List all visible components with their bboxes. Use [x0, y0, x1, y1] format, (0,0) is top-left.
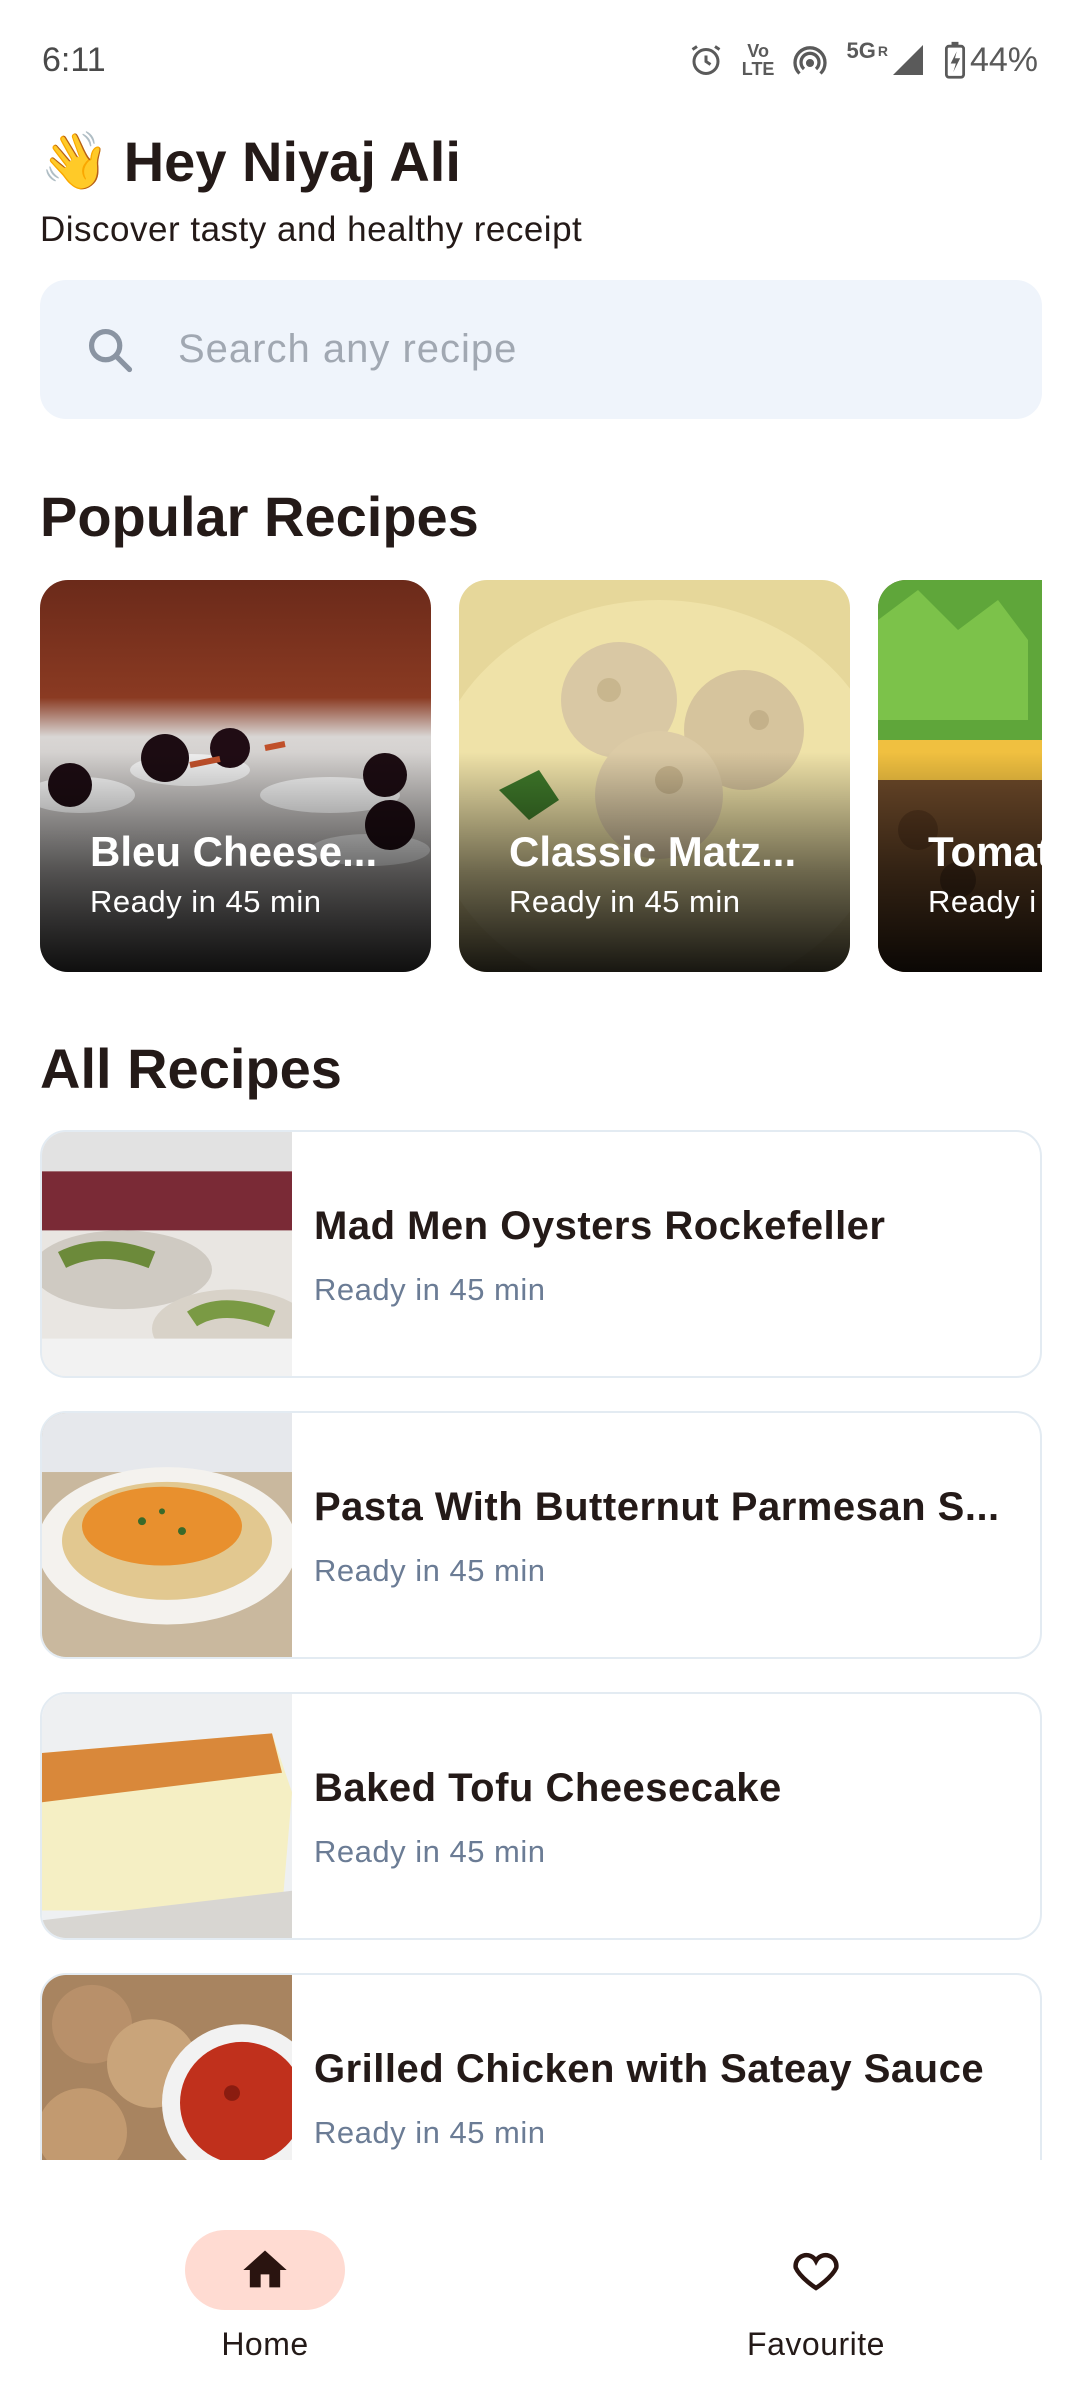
card-time: Ready in 45 min	[90, 884, 322, 919]
alarm-icon	[691, 45, 721, 75]
card-title: Classic Matz...	[509, 828, 797, 875]
recipe-title: Pasta With Butternut Parmesan S...	[314, 1485, 1000, 1529]
nav-home-label: Home	[221, 2326, 309, 2362]
battery-status: 44%	[944, 41, 1038, 80]
nav-home-indicator[interactable]	[185, 2230, 345, 2310]
battery-percent: 44%	[969, 40, 1038, 79]
wave-icon: 👋	[40, 129, 110, 194]
card-title: Bleu Cheese...	[90, 828, 378, 875]
nav-favourite[interactable]: Favourite	[666, 2230, 966, 2363]
status-icons: Vo LTE 5G R 44%	[688, 40, 1038, 80]
status-bar: 6:11 Vo LTE 5G R 44%	[0, 0, 1080, 120]
home-icon	[243, 2250, 287, 2288]
hotspot-icon	[793, 46, 828, 75]
recipe-thumbnail	[42, 1694, 292, 1938]
search-icon	[88, 328, 133, 372]
search-bar[interactable]	[40, 280, 1042, 419]
recipe-title: Baked Tofu Cheesecake	[314, 1766, 782, 1810]
all-recipes-section-title: All Recipes	[40, 1037, 342, 1100]
status-time: 6:11	[42, 40, 106, 79]
popular-card[interactable]: Classic Matz... Ready in 45 min	[459, 580, 850, 972]
recipe-time: Ready in 45 min	[314, 2115, 546, 2150]
recipe-list-item[interactable]: Mad Men Oysters Rockefeller Ready in 45 …	[40, 1130, 1042, 1378]
recipe-time: Ready in 45 min	[314, 1834, 546, 1869]
recipe-title: Grilled Chicken with Sateay Sauce	[314, 2047, 985, 2091]
recipe-list-item[interactable]: Baked Tofu Cheesecake Ready in 45 min	[40, 1692, 1042, 1940]
heart-icon	[793, 2252, 839, 2291]
bottom-navigation: Home Favourite	[0, 2168, 1080, 2400]
nav-home[interactable]: Home	[115, 2230, 415, 2363]
greeting-subtitle: Discover tasty and healthy receipt	[40, 210, 583, 249]
popular-card[interactable]: Bleu Cheese... Ready in 45 min	[40, 580, 431, 972]
volte-icon: Vo LTE	[741, 41, 775, 79]
recipe-thumbnail	[42, 1413, 292, 1657]
search-input[interactable]	[178, 327, 938, 372]
popular-section-title: Popular Recipes	[40, 485, 479, 548]
network-signal: 5G R	[846, 40, 925, 78]
signal-icon	[892, 45, 923, 75]
recipe-list-item[interactable]: Grilled Chicken with Sateay Sauce Ready …	[40, 1973, 1042, 2160]
card-time: Ready i	[928, 884, 1037, 919]
popular-carousel[interactable]: Bleu Cheese... Ready in 45 min Classic M…	[40, 580, 1042, 972]
card-time: Ready in 45 min	[509, 884, 741, 919]
greeting-title: 👋 Hey Niyaj Ali	[40, 128, 461, 194]
nav-favourite-indicator[interactable]	[736, 2230, 896, 2310]
recipe-time: Ready in 45 min	[314, 1272, 546, 1307]
recipe-thumbnail	[42, 1132, 292, 1376]
recipe-title: Mad Men Oysters Rockefeller	[314, 1204, 886, 1248]
app-screen: 6:11 Vo LTE 5G R 44% 👋 Hey Niyaj Ali Dis…	[0, 0, 1080, 2400]
battery-charging-icon	[944, 41, 965, 79]
card-title: Tomat	[928, 828, 1042, 875]
popular-card[interactable]: Tomat Ready i	[878, 580, 1042, 972]
nav-favourite-label: Favourite	[747, 2326, 885, 2362]
recipe-list-item[interactable]: Pasta With Butternut Parmesan S... Ready…	[40, 1411, 1042, 1659]
greeting-text: Hey Niyaj Ali	[123, 129, 461, 193]
recipe-thumbnail	[42, 1975, 292, 2160]
all-recipes-list[interactable]: Mad Men Oysters Rockefeller Ready in 45 …	[40, 1130, 1042, 2160]
recipe-time: Ready in 45 min	[314, 1553, 546, 1588]
